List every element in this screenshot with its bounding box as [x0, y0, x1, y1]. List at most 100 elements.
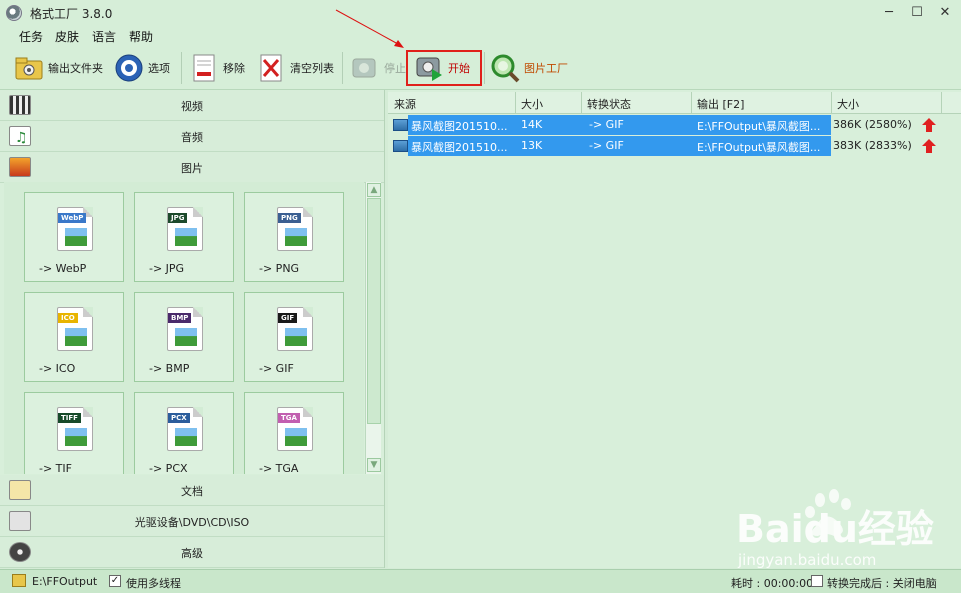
elapsed-time: 耗时 : 00:00:00	[731, 577, 814, 590]
image-preview-icon	[175, 328, 197, 346]
table-row[interactable]: 暴风截图201510... 14K -> GIF E:\FFOutput\暴风截…	[388, 115, 961, 135]
format-badge: WebP	[58, 213, 87, 223]
up-arrow-icon	[922, 139, 936, 153]
file-format-icon: TGA	[277, 407, 313, 451]
format-badge: ICO	[58, 313, 78, 323]
file-format-icon: PCX	[167, 407, 203, 451]
header-divider	[581, 92, 582, 114]
file-format-icon: TIFF	[57, 407, 93, 451]
picture-factory-label: 图片工厂	[524, 62, 568, 75]
title-bar: 格式工厂 3.8.0 ─ ☐ ✕	[0, 0, 961, 26]
format-label: -> TIF	[39, 462, 72, 474]
header-source[interactable]: 来源	[394, 96, 416, 112]
format-tile[interactable]: ICO -> ICO	[24, 292, 124, 382]
header-divider	[691, 92, 692, 114]
category-advanced[interactable]: 高级	[0, 537, 384, 568]
file-format-icon: BMP	[167, 307, 203, 351]
file-format-icon: WebP	[57, 207, 93, 251]
scroll-down-button[interactable]: ▼	[367, 458, 381, 472]
image-preview-icon	[175, 428, 197, 446]
up-arrow-icon	[922, 118, 936, 132]
clear-list-button[interactable]: 清空列表	[256, 52, 334, 84]
image-preview-icon	[65, 428, 87, 446]
picture-factory-button[interactable]: 图片工厂	[490, 52, 568, 84]
format-tile[interactable]: GIF -> GIF	[244, 292, 344, 382]
shutdown-checkbox[interactable]	[811, 575, 823, 587]
format-tile[interactable]: WebP -> WebP	[24, 192, 124, 282]
header-output[interactable]: 输出 [F2]	[697, 96, 744, 112]
category-document[interactable]: 文档	[0, 475, 384, 506]
folder-icon	[14, 53, 44, 83]
format-tile[interactable]: PCX -> PCX	[134, 392, 234, 474]
maximize-button[interactable]: ☐	[906, 3, 928, 23]
toolbar-divider	[342, 52, 343, 84]
format-label: -> TGA	[259, 462, 299, 474]
remove-button[interactable]: 移除	[189, 52, 245, 84]
options-label: 选项	[148, 62, 170, 75]
tiles-scrollbar[interactable]: ▲ ▼	[365, 182, 381, 474]
image-file-icon	[393, 140, 408, 152]
row-size: 14K	[521, 118, 543, 131]
category-video-label: 视频	[181, 100, 203, 113]
row-result-size: 383K (2833%)	[833, 139, 912, 152]
category-panel: 视频 ♫ 音频 图片 WebP -> WebP JPG -> JPG PNG -> PNG…	[0, 90, 385, 568]
menu-bar: 任务 皮肤 语言 帮助	[0, 26, 961, 46]
format-label: -> JPG	[149, 262, 185, 275]
folder-icon	[12, 574, 26, 587]
row-output: E:\FFOutput\暴风截图...	[697, 120, 821, 133]
format-tile[interactable]: BMP -> BMP	[134, 292, 234, 382]
category-picture-label: 图片	[181, 162, 203, 175]
image-preview-icon	[65, 328, 87, 346]
output-folder-label: 输出文件夹	[48, 62, 103, 75]
category-audio[interactable]: ♫ 音频	[0, 121, 384, 152]
format-label: -> WebP	[39, 262, 87, 275]
menu-skin[interactable]: 皮肤	[55, 28, 79, 45]
format-tiles: WebP -> WebP JPG -> JPG PNG -> PNG ICO -> ICO BM…	[4, 182, 364, 474]
stop-label: 停止	[384, 62, 406, 75]
format-label: -> PNG	[259, 262, 300, 275]
menu-help[interactable]: 帮助	[129, 28, 153, 45]
options-icon	[114, 53, 144, 83]
output-path[interactable]: E:\FFOutput	[32, 575, 97, 588]
menu-task[interactable]: 任务	[19, 28, 43, 45]
baidu-watermark: Baidu经验 jingyan.baidu.com	[736, 489, 934, 569]
format-label: -> ICO	[39, 362, 76, 375]
header-divider	[831, 92, 832, 114]
format-tile[interactable]: JPG -> JPG	[134, 192, 234, 282]
header-status[interactable]: 转换状态	[587, 96, 631, 112]
clear-list-label: 清空列表	[290, 62, 334, 75]
status-bar: E:\FFOutput ✓ 使用多线程 耗时 : 00:00:00 转换完成后 …	[0, 569, 961, 593]
table-row[interactable]: 暴风截图201510... 13K -> GIF E:\FFOutput\暴风截…	[388, 136, 961, 156]
close-button[interactable]: ✕	[934, 3, 956, 23]
header-divider	[515, 92, 516, 114]
magnifier-icon	[490, 53, 520, 83]
format-tile[interactable]: TGA -> TGA	[244, 392, 344, 474]
format-label: -> PCX	[149, 462, 188, 474]
menu-language[interactable]: 语言	[92, 28, 116, 45]
category-picture[interactable]: 图片	[0, 152, 384, 183]
file-format-icon: GIF	[277, 307, 313, 351]
category-optical-label: 光驱设备\DVD\CD\ISO	[134, 516, 250, 529]
row-output: E:\FFOutput\暴风截图...	[697, 141, 821, 154]
format-tile[interactable]: PNG -> PNG	[244, 192, 344, 282]
format-tile[interactable]: TIFF -> TIF	[24, 392, 124, 474]
category-video[interactable]: 视频	[0, 90, 384, 121]
image-preview-icon	[285, 228, 307, 246]
stop-button[interactable]: 停止	[350, 52, 406, 84]
format-badge: JPG	[168, 213, 188, 223]
minimize-button[interactable]: ─	[878, 3, 900, 23]
format-badge: BMP	[168, 313, 192, 323]
row-status: -> GIF	[589, 118, 624, 131]
header-result-size[interactable]: 大小	[837, 96, 859, 112]
header-size[interactable]: 大小	[521, 96, 543, 112]
app-icon	[6, 5, 22, 21]
scroll-up-button[interactable]: ▲	[367, 183, 381, 197]
scroll-thumb[interactable]	[367, 198, 381, 424]
row-size: 13K	[521, 139, 543, 152]
clear-list-icon	[256, 53, 286, 83]
output-folder-button[interactable]: 输出文件夹	[14, 52, 103, 84]
format-label: -> BMP	[149, 362, 190, 375]
category-optical[interactable]: 光驱设备\DVD\CD\ISO	[0, 506, 384, 537]
options-button[interactable]: 选项	[114, 52, 170, 84]
multithread-checkbox[interactable]: ✓	[109, 575, 121, 587]
